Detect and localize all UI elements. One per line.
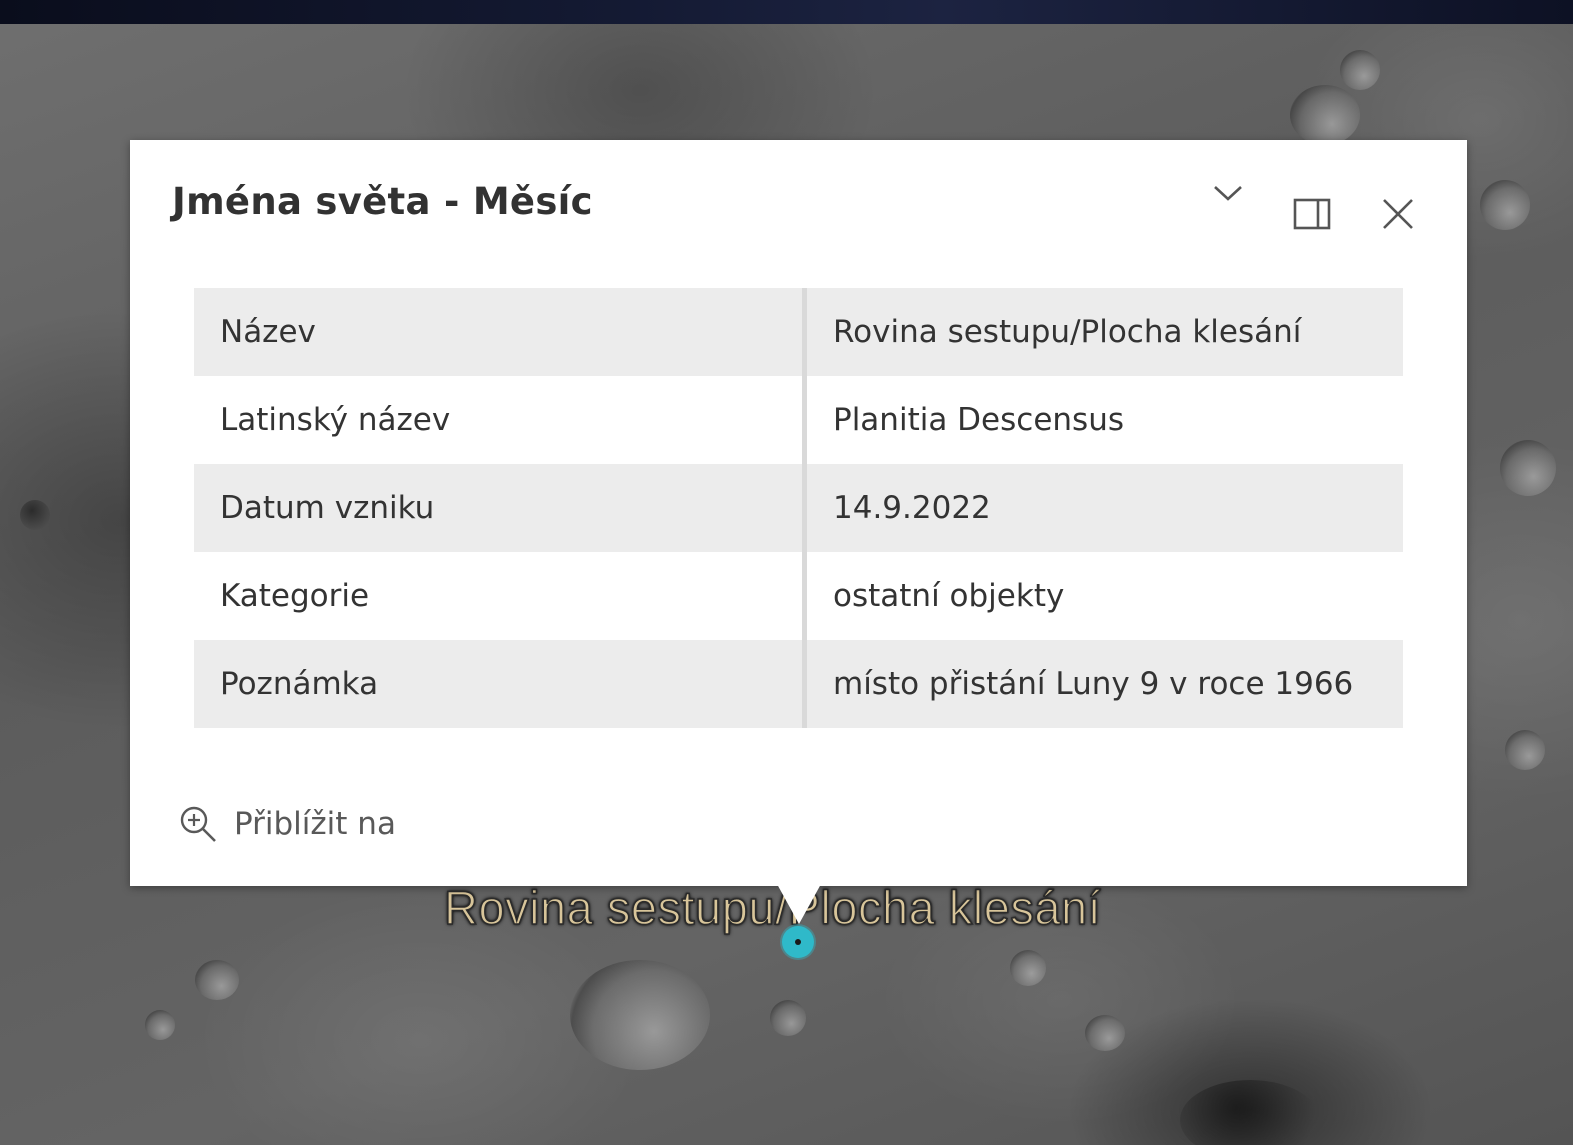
crater	[1505, 730, 1545, 770]
crater	[1340, 50, 1380, 90]
attribute-value: Planitia Descensus	[804, 376, 1403, 464]
attribute-key: Kategorie	[194, 552, 807, 640]
table-row: Název Rovina sestupu/Plocha klesání	[194, 288, 1403, 376]
crater	[145, 1010, 175, 1040]
zoom-to-label: Přiblížit na	[234, 806, 396, 842]
popup-title: Jména světa - Měsíc	[172, 180, 593, 223]
close-icon[interactable]	[1374, 190, 1422, 238]
crater	[1085, 1015, 1125, 1051]
zoom-in-icon	[176, 802, 220, 846]
attribute-value: Rovina sestupu/Plocha klesání	[804, 288, 1403, 376]
crater	[1010, 950, 1046, 986]
dock-icon[interactable]	[1288, 190, 1336, 238]
attribute-value: místo přistání Luny 9 v roce 1966	[804, 640, 1403, 728]
popup-pointer	[777, 884, 821, 924]
attribute-key: Název	[194, 288, 807, 376]
crater	[1500, 440, 1556, 496]
attribute-key: Latinský název	[194, 376, 807, 464]
crater	[570, 960, 710, 1070]
space-background	[0, 0, 1573, 24]
map-marker[interactable]	[782, 926, 814, 958]
crater	[770, 1000, 806, 1036]
crater	[1480, 180, 1530, 230]
table-row: Poznámka místo přistání Luny 9 v roce 19…	[194, 640, 1403, 728]
attribute-value: 14.9.2022	[804, 464, 1403, 552]
map-view[interactable]: Rovina sestupu/Plocha klesání Jména svět…	[0, 0, 1573, 1145]
attribute-table: Název Rovina sestupu/Plocha klesání Lati…	[194, 288, 1403, 728]
attribute-value: ostatní objekty	[804, 552, 1403, 640]
map-feature-label[interactable]: Rovina sestupu/Plocha klesání	[443, 880, 1101, 935]
chevron-down-icon[interactable]	[1204, 168, 1252, 216]
crater	[20, 500, 50, 530]
attribute-key: Datum vzniku	[194, 464, 807, 552]
table-row: Datum vzniku 14.9.2022	[194, 464, 1403, 552]
popup-panel: Jména světa - Měsíc Název Rovina sestupu…	[130, 140, 1467, 886]
crater	[1290, 85, 1360, 145]
crater	[1180, 1080, 1320, 1145]
table-row: Kategorie ostatní objekty	[194, 552, 1403, 640]
attribute-key: Poznámka	[194, 640, 807, 728]
zoom-to-button[interactable]: Přiblížit na	[176, 800, 396, 848]
crater	[195, 960, 239, 1000]
table-row: Latinský název Planitia Descensus	[194, 376, 1403, 464]
